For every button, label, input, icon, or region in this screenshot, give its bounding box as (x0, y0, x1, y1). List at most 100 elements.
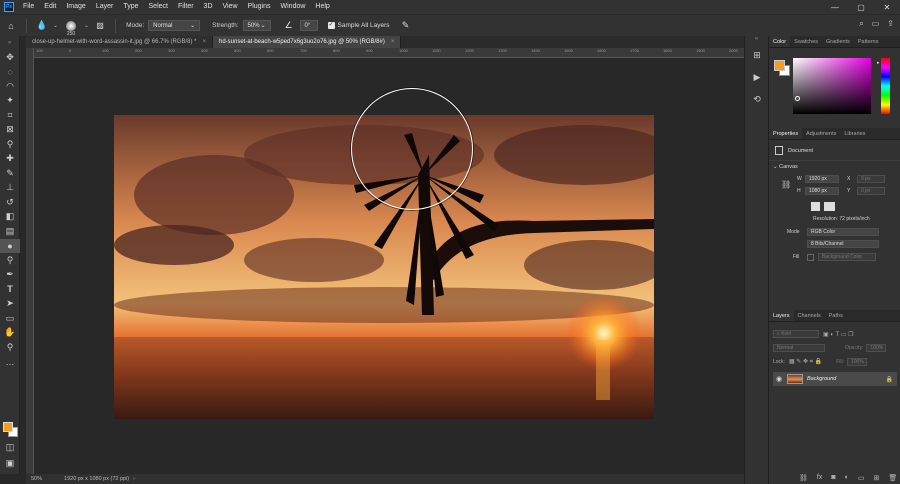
trash-icon[interactable]: 🗑 (888, 474, 897, 482)
stamp-icon[interactable]: ⊥ (0, 181, 20, 196)
history-panel-icon[interactable]: ⊞ (745, 44, 769, 66)
path-select-icon[interactable]: ➤ (0, 297, 20, 312)
fill-swatch[interactable] (807, 253, 814, 261)
history-icon[interactable]: ⟲ (745, 88, 769, 110)
chevron-down-icon[interactable]: ⌄ (53, 22, 58, 29)
link-icon[interactable]: ⛓ (781, 180, 791, 189)
link-layers-icon[interactable]: ⛓ (799, 474, 808, 482)
pressure-icon[interactable]: ✎ (398, 18, 414, 34)
filter-pixel-icon[interactable]: ▣ ◐ T ▭ ❐ (823, 331, 853, 338)
group-icon[interactable]: ▭ (858, 474, 865, 482)
blend-mode-select[interactable]: Normal (773, 344, 825, 352)
blur-icon[interactable]: ● (0, 238, 20, 253)
collapse-icon[interactable]: « (745, 36, 768, 44)
workspace-icon[interactable]: ▭ (872, 19, 880, 29)
actions-panel-icon[interactable]: ▶ (745, 66, 769, 88)
history-brush-icon[interactable]: ↺ (0, 195, 20, 210)
eraser-icon[interactable]: ◧ (0, 210, 20, 225)
menu-file[interactable]: File (18, 0, 39, 14)
hand-icon[interactable]: ✋ (0, 326, 20, 341)
close-icon[interactable]: × (202, 39, 206, 45)
lock-icons[interactable]: ▦ ✎ ✥ ⌗ 🔒 (789, 358, 822, 366)
menu-3d[interactable]: 3D (199, 0, 218, 14)
color-mode-select[interactable]: RGB Color (807, 228, 879, 236)
mode-select[interactable]: Normal ⌄ (148, 20, 201, 31)
fx-icon[interactable]: fx (817, 474, 822, 482)
color-picker-marker[interactable] (795, 96, 800, 101)
minimize-button[interactable]: — (822, 0, 848, 14)
tab-adjustments[interactable]: Adjustments (802, 128, 840, 139)
tab-color[interactable]: Color (769, 36, 791, 47)
canvas-area[interactable] (34, 58, 766, 474)
y-input[interactable]: 0 px (857, 187, 885, 195)
zoom-level[interactable]: 50% (31, 476, 42, 482)
x-input[interactable]: 0 px (857, 175, 885, 183)
collapse-icon[interactable]: » (0, 36, 19, 50)
tab-libraries[interactable]: Libraries (840, 128, 869, 139)
hue-slider[interactable] (881, 58, 890, 114)
tab-layers[interactable]: Layers (769, 310, 794, 321)
quick-mask-icon[interactable]: ◫ (0, 440, 20, 455)
eye-icon[interactable]: ◉ (776, 375, 782, 383)
maximize-button[interactable]: ▢ (848, 0, 874, 14)
screen-mode-icon[interactable]: ▣ (0, 456, 20, 471)
tab-paths[interactable]: Paths (825, 310, 847, 321)
tab-channels[interactable]: Channels (794, 310, 825, 321)
quick-select-icon[interactable]: ✦ (0, 94, 20, 109)
blur-tool-preset-icon[interactable]: 💧 (34, 18, 50, 34)
tab-sunset-document[interactable]: hd-sunset-at-beach-w5ped7x6g3uo2o76.jpg … (213, 36, 402, 48)
menu-type[interactable]: Type (118, 0, 143, 14)
layer-background[interactable]: ◉ Background 🔒 (773, 372, 897, 386)
sample-all-layers-checkbox[interactable]: ✓ Sample All Layers (327, 22, 390, 29)
search-icon[interactable]: ⌕ (859, 19, 863, 29)
tab-patterns[interactable]: Patterns (854, 36, 882, 47)
menu-plugins[interactable]: Plugins (243, 0, 276, 14)
share-icon[interactable]: ⇪ (887, 19, 894, 29)
brush-icon[interactable]: ✎ (0, 166, 20, 181)
strength-input[interactable]: 50% ⌄ (242, 20, 271, 31)
marquee-icon[interactable]: ◌ (0, 65, 20, 80)
tab-gradients[interactable]: Gradients (822, 36, 854, 47)
brush-settings-icon[interactable]: ▨ (92, 18, 108, 34)
add-mask-icon[interactable]: ◙ (831, 474, 835, 482)
fill-input[interactable]: 100% (846, 358, 867, 366)
more-icon[interactable]: … (0, 355, 20, 370)
healing-icon[interactable]: ✚ (0, 152, 20, 167)
gradient-icon[interactable]: ▤ (0, 224, 20, 239)
height-input[interactable]: 1080 px (805, 187, 839, 195)
type-icon[interactable]: T (0, 282, 20, 297)
landscape-icon[interactable] (824, 202, 835, 211)
lock-icon[interactable]: 🔒 (886, 376, 893, 383)
home-icon[interactable]: ⌂ (3, 18, 19, 34)
layer-kind-filter[interactable]: ⌕ Kind (773, 330, 819, 338)
color-field[interactable] (793, 58, 871, 114)
menu-window[interactable]: Window (276, 0, 311, 14)
tab-swatches[interactable]: Swatches (790, 36, 822, 47)
menu-help[interactable]: Help (310, 0, 334, 14)
eyedropper-icon[interactable]: ⚲ (0, 137, 20, 152)
move-icon[interactable]: ✥ (0, 50, 20, 65)
foreground-color-swatch[interactable] (3, 422, 13, 432)
menu-layer[interactable]: Layer (91, 0, 119, 14)
close-icon[interactable]: × (391, 39, 395, 45)
fill-select[interactable]: Background Color (818, 253, 876, 261)
tab-properties[interactable]: Properties (769, 128, 803, 139)
adjustment-layer-icon[interactable]: ◐ (845, 474, 849, 482)
bit-depth-select[interactable]: 8 Bits/Channel (807, 240, 879, 248)
zoom-icon[interactable]: ⚲ (0, 340, 20, 355)
color-fg-swatch[interactable] (774, 60, 785, 71)
width-input[interactable]: 1920 px (805, 175, 839, 183)
menu-edit[interactable]: Edit (39, 0, 61, 14)
new-layer-icon[interactable]: ⊞ (873, 474, 879, 482)
brush-preset-picker[interactable]: 250 (61, 18, 81, 37)
menu-filter[interactable]: Filter (173, 0, 199, 14)
opacity-input[interactable]: 100% (866, 344, 887, 352)
close-button[interactable]: ✕ (874, 0, 900, 14)
menu-view[interactable]: View (218, 0, 243, 14)
crop-icon[interactable]: ⌗ (0, 108, 20, 123)
chevron-down-icon[interactable]: ⌄ (773, 164, 778, 170)
hue-slider-handle-icon[interactable]: ▸ (877, 60, 880, 66)
rectangle-icon[interactable]: ▭ (0, 311, 20, 326)
chevron-right-icon[interactable]: › (133, 476, 135, 482)
dodge-icon[interactable]: ⚲ (0, 253, 20, 268)
